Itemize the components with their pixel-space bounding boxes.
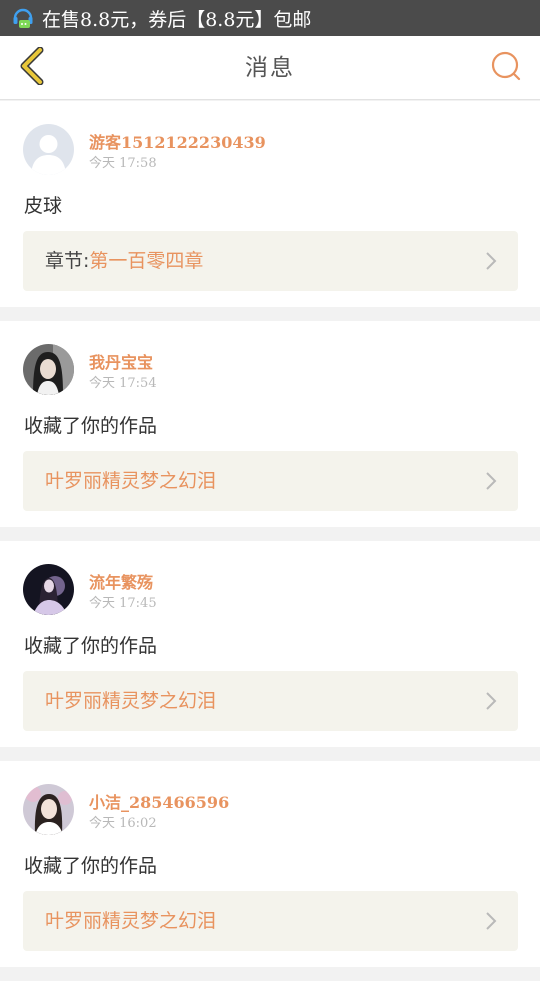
message-card: 流年繁殇 今天 17:45 收藏了你的作品 叶罗丽精灵梦之幻泪 — [0, 541, 540, 747]
message-username[interactable]: 流年繁殇 — [89, 569, 153, 593]
message-card: 我丹宝宝 今天 17:54 收藏了你的作品 叶罗丽精灵梦之幻泪 — [0, 321, 540, 527]
message-time: 今天 17:58 — [89, 156, 157, 171]
message-text: 收藏了你的作品 — [24, 635, 158, 657]
ref-text: 章节:第一百零四章 — [45, 231, 203, 291]
search-icon — [490, 50, 522, 86]
notification-text: 在售8.8元，券后【8.8元】包邮 — [42, 8, 312, 31]
message-time: 今天 17:54 — [89, 376, 157, 391]
ref-text: 叶罗丽精灵梦之幻泪 — [45, 671, 216, 731]
ref-text: 叶罗丽精灵梦之幻泪 — [45, 451, 216, 511]
user-avatar[interactable] — [23, 564, 74, 615]
work-link[interactable]: 叶罗丽精灵梦之幻泪 — [23, 891, 518, 951]
chat-bubble-icon — [10, 5, 36, 31]
message-text: 收藏了你的作品 — [24, 415, 158, 437]
chevron-right-icon — [484, 691, 498, 711]
default-avatar-icon[interactable] — [23, 124, 74, 175]
ref-value: 第一百零四章 — [89, 250, 204, 272]
ref-text: 叶罗丽精灵梦之幻泪 — [45, 891, 216, 951]
nav-bar: 消息 — [0, 36, 540, 100]
page-title: 消息 — [245, 55, 295, 81]
ref-value: 叶罗丽精灵梦之幻泪 — [45, 690, 217, 712]
message-time: 今天 16:02 — [89, 816, 157, 831]
message-username[interactable]: 游客1512122230439 — [89, 129, 266, 153]
chevron-right-icon — [484, 911, 498, 931]
user-avatar[interactable] — [23, 784, 74, 835]
status-bar: 在售8.8元，券后【8.8元】包邮 — [0, 0, 540, 36]
work-link[interactable]: 叶罗丽精灵梦之幻泪 — [23, 671, 518, 731]
message-text: 收藏了你的作品 — [24, 855, 158, 877]
message-username[interactable]: 小洁_285466596 — [89, 789, 229, 813]
ref-value: 叶罗丽精灵梦之幻泪 — [45, 910, 217, 932]
chapter-link[interactable]: 章节:第一百零四章 — [23, 231, 518, 291]
user-avatar[interactable] — [23, 344, 74, 395]
ref-label: 章节: — [45, 250, 90, 272]
message-time: 今天 17:45 — [89, 596, 157, 611]
search-button[interactable] — [488, 50, 524, 86]
message-card: 小洁_285466596 今天 16:02 收藏了你的作品 叶罗丽精灵梦之幻泪 — [0, 761, 540, 967]
chevron-right-icon — [484, 471, 498, 491]
message-list: 游客1512122230439 今天 17:58 皮球 章节:第一百零四章 我丹… — [0, 101, 540, 981]
work-link[interactable]: 叶罗丽精灵梦之幻泪 — [23, 451, 518, 511]
ref-value: 叶罗丽精灵梦之幻泪 — [45, 470, 217, 492]
message-text: 皮球 — [24, 195, 63, 217]
message-card: 游客1512122230439 今天 17:58 皮球 章节:第一百零四章 — [0, 101, 540, 307]
chevron-right-icon — [484, 251, 498, 271]
message-username[interactable]: 我丹宝宝 — [89, 349, 153, 373]
